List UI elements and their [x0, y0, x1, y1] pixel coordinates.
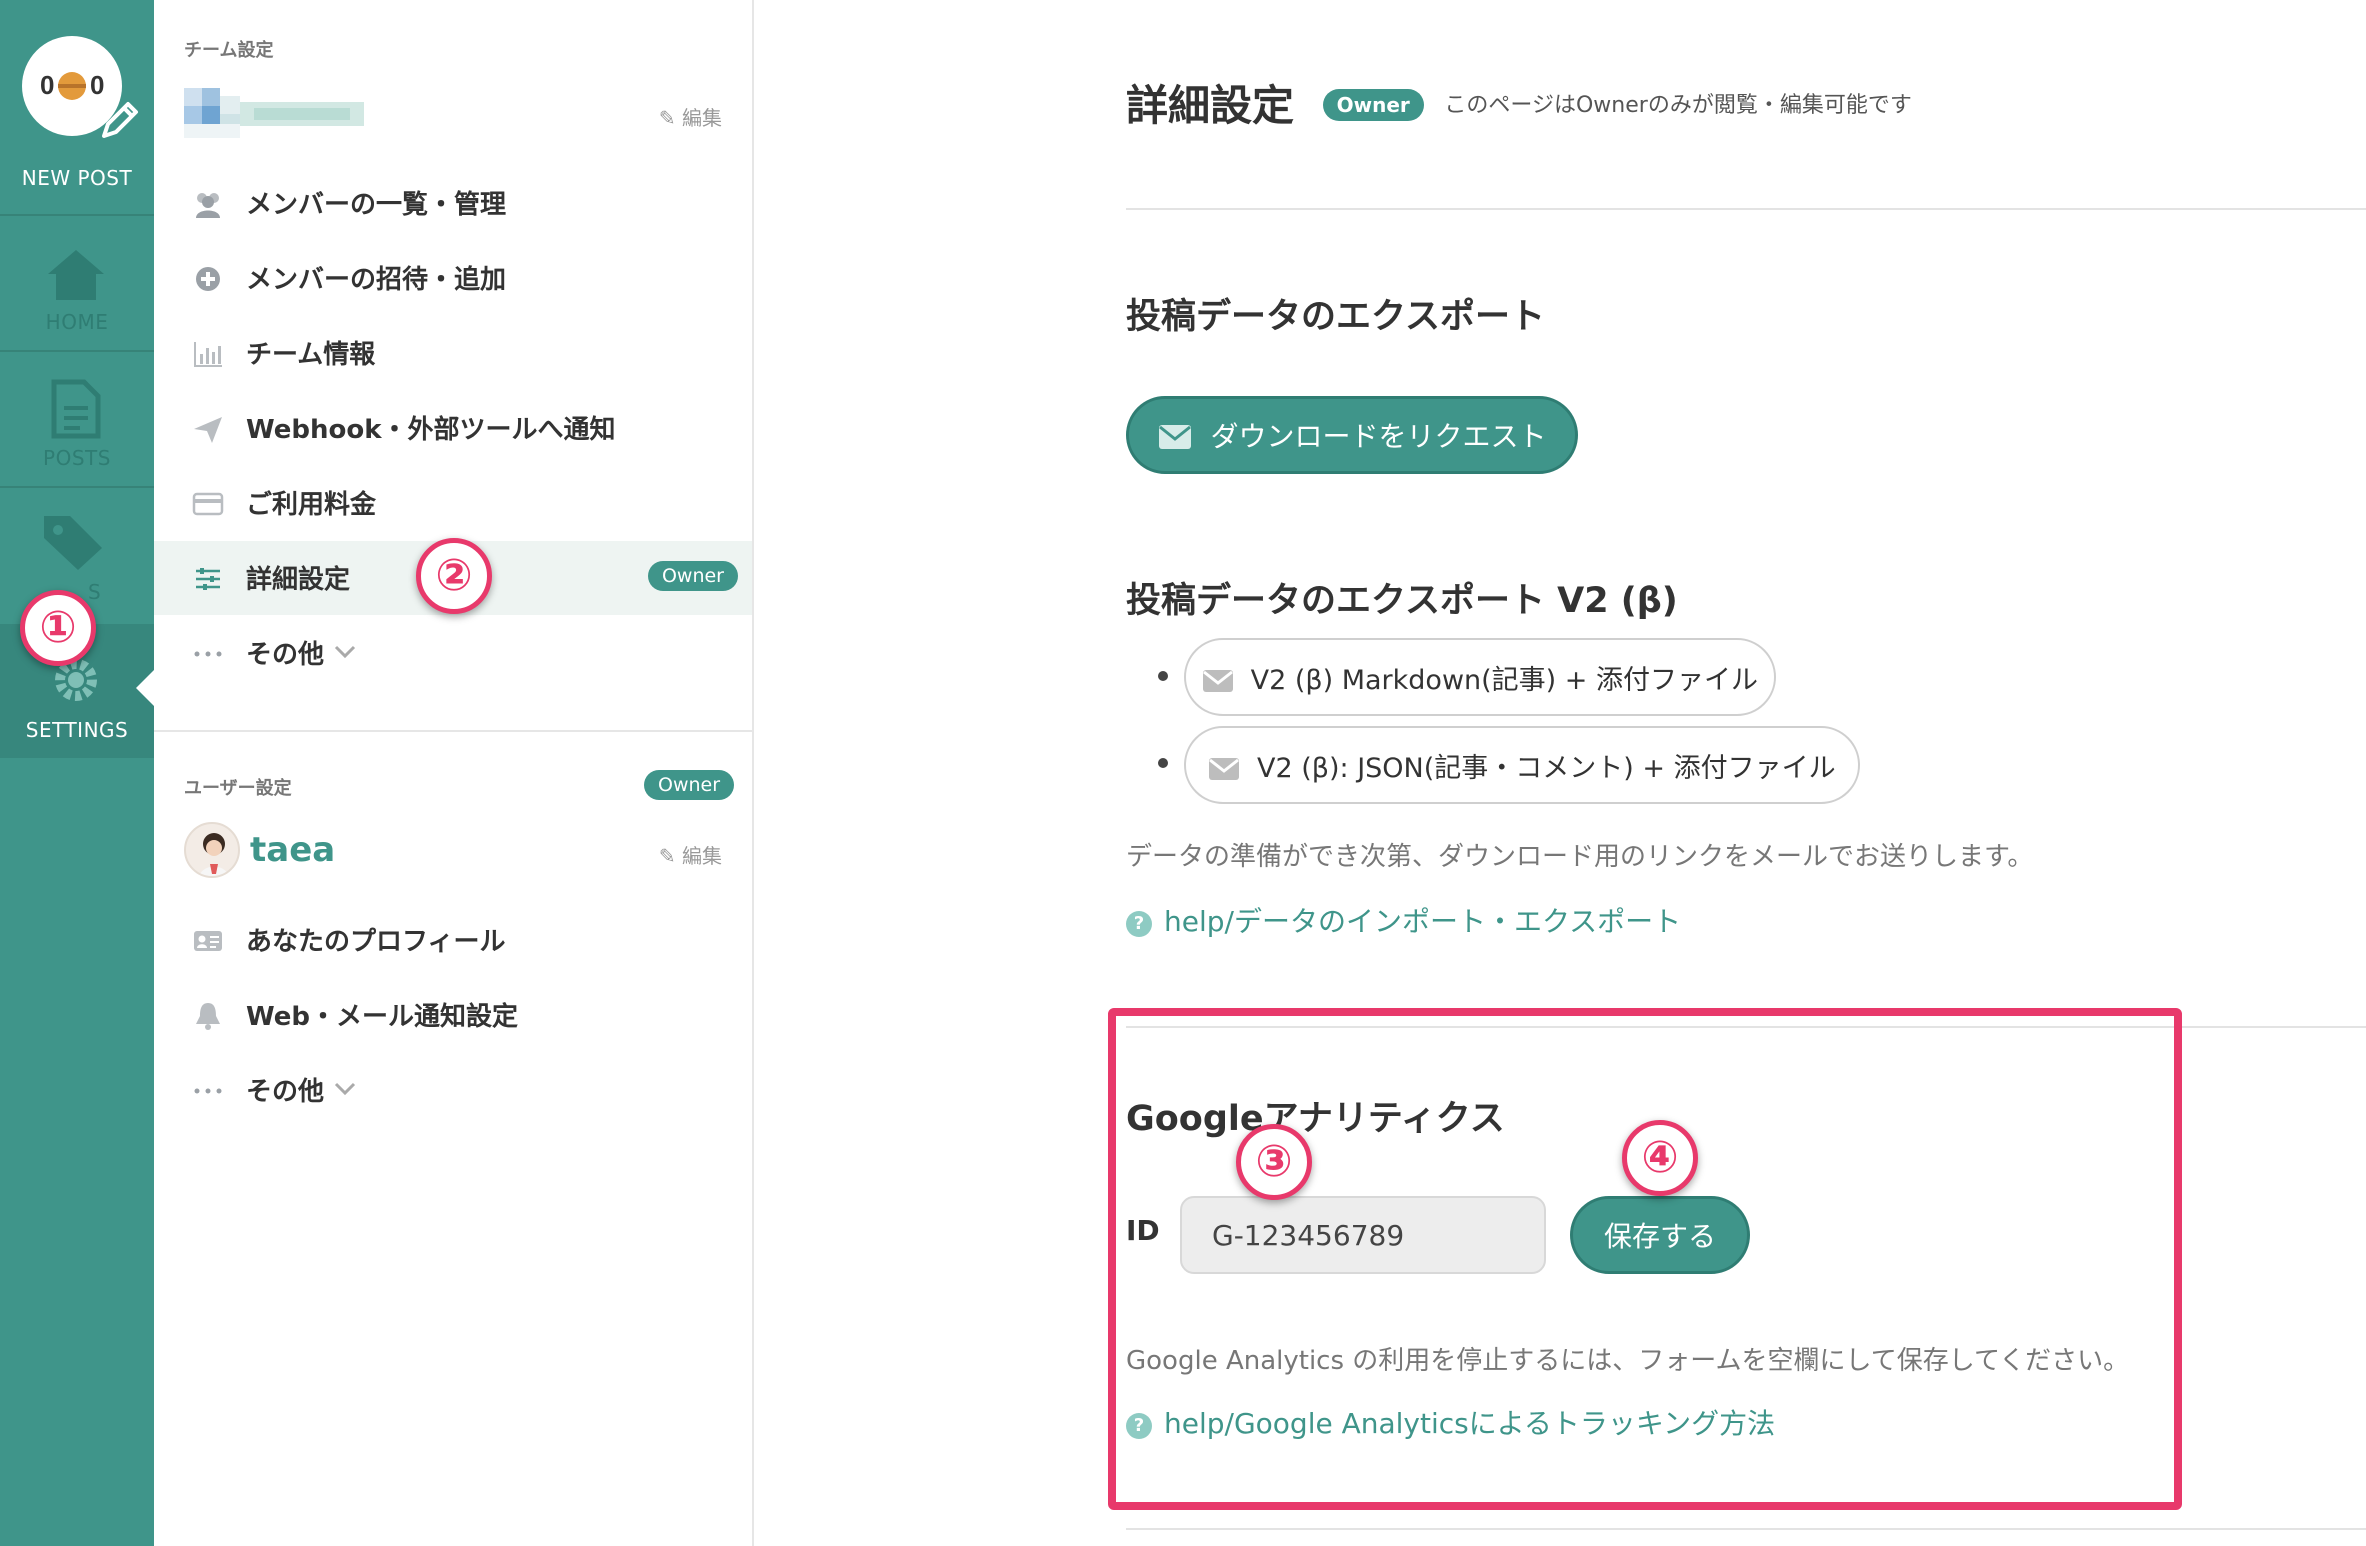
- tags-nav-label[interactable]: S: [88, 580, 101, 604]
- credit-card-icon: [192, 488, 224, 520]
- export-v2-heading: 投稿データのエクスポート V2 (β): [1126, 581, 1678, 621]
- sidebar-item-more-dots[interactable]: その他: [154, 616, 752, 690]
- sidebar-item-label: Web・メール通知設定: [246, 1002, 518, 1032]
- sidebar-item-label: 詳細設定: [246, 565, 351, 595]
- svg-text:0: 0: [90, 70, 104, 100]
- team-edit-label: 編集: [682, 106, 722, 130]
- export-v2-markdown-label: V2 (β) Markdown(記事) + 添付ファイル: [1250, 664, 1758, 696]
- help-icon: ?: [1126, 911, 1152, 937]
- export-note: データの準備ができ次第、ダウンロード用のリンクをメールでお送りします。: [1126, 842, 2034, 872]
- sidebar-item-plus-circle[interactable]: メンバーの招待・追加: [154, 241, 752, 315]
- global-nav-rail: 0 0 NEW POST HOME POSTS S SETTINGS: [0, 0, 154, 1546]
- sidebar-item-label: メンバーの招待・追加: [246, 265, 507, 295]
- user-edit-link[interactable]: ✎ 編集: [659, 840, 722, 869]
- annotation-step-4: ④: [1622, 1120, 1698, 1196]
- home-icon: [48, 250, 104, 300]
- annotation-step-3: ③: [1236, 1124, 1312, 1200]
- svg-text:0: 0: [40, 70, 54, 100]
- sidebar-item-members[interactable]: メンバーの一覧・管理: [154, 166, 752, 240]
- id-card-icon: [192, 925, 224, 957]
- avatar-image: [199, 833, 229, 876]
- team-edit-link[interactable]: ✎ 編集: [659, 102, 722, 131]
- new-post-button[interactable]: NEW POST: [0, 166, 154, 190]
- document-icon: [51, 379, 101, 439]
- owner-note: このページはOwnerのみが閲覧・編集可能です: [1444, 93, 1912, 118]
- home-nav-label[interactable]: HOME: [0, 310, 154, 334]
- mail-icon: [1209, 757, 1240, 780]
- mail-icon: [1158, 425, 1191, 449]
- sidebar-item-label: あなたのプロフィール: [246, 927, 506, 957]
- owner-badge: Owner: [647, 561, 738, 591]
- members-icon: [192, 188, 224, 220]
- pencil-icon: ✎: [658, 844, 676, 868]
- export-v2-markdown-button[interactable]: V2 (β) Markdown(記事) + 添付ファイル: [1184, 638, 1776, 716]
- annotation-step-1: ①: [20, 590, 96, 666]
- user-settings-heading: ユーザー設定: [184, 778, 292, 799]
- sidebar-item-label: Webhook・外部ツールへ通知: [246, 415, 616, 445]
- sidebar-item-label: チーム情報: [246, 340, 376, 370]
- settings-nav-label: SETTINGS: [25, 718, 129, 742]
- user-edit-label: 編集: [682, 844, 722, 868]
- sidebar-item-label: その他: [246, 640, 325, 670]
- active-pointer: [136, 670, 154, 706]
- request-download-button[interactable]: ダウンロードをリクエスト: [1126, 396, 1578, 474]
- annotation-highlight-box: [1108, 1008, 2182, 1510]
- sidebar-item-label: メンバーの一覧・管理: [246, 190, 507, 220]
- chevron-down-icon: [334, 644, 356, 663]
- bell-icon: [192, 1000, 224, 1032]
- team-settings-heading: チーム設定: [184, 40, 274, 61]
- export-help-link[interactable]: ? help/データのインポート・エクスポート: [1126, 900, 1681, 940]
- sliders-icon: [192, 563, 224, 595]
- settings-sidebar: チーム設定 ✎ 編集 メンバーの一覧・管理 メンバーの招待・追加 チーム情報 Webh…: [154, 0, 754, 1546]
- mail-icon: [1203, 669, 1233, 692]
- export-v2-json-label: V2 (β): JSON(記事・コメント) + 添付ファイル: [1256, 752, 1836, 784]
- bar-chart-icon: [192, 338, 224, 370]
- pencil-icon: [102, 102, 138, 138]
- more-dots-icon: [192, 1075, 224, 1107]
- sidebar-item-more-dots[interactable]: その他: [154, 1053, 752, 1127]
- paper-plane-icon: [192, 413, 224, 445]
- pencil-icon: ✎: [658, 106, 676, 130]
- user-owner-badge: Owner: [644, 770, 735, 800]
- sidebar-item-bell[interactable]: Web・メール通知設定: [154, 978, 752, 1052]
- posts-nav-label[interactable]: POSTS: [0, 446, 154, 470]
- owner-badge: Owner: [1322, 89, 1424, 121]
- sidebar-item-label: ご利用料金: [246, 490, 377, 520]
- export-v2-json-button[interactable]: V2 (β): JSON(記事・コメント) + 添付ファイル: [1184, 726, 1860, 804]
- team-name-blurred: [184, 88, 364, 138]
- export-heading: 投稿データのエクスポート: [1126, 297, 1545, 337]
- sidebar-item-paper-plane[interactable]: Webhook・外部ツールへ通知: [154, 391, 752, 465]
- sidebar-item-label: その他: [246, 1077, 325, 1107]
- chevron-down-icon: [334, 1081, 356, 1100]
- sidebar-item-credit-card[interactable]: ご利用料金: [154, 466, 752, 540]
- annotation-step-2: ②: [416, 538, 492, 614]
- request-download-label: ダウンロードをリクエスト: [1210, 420, 1547, 453]
- sidebar-item-id-card[interactable]: あなたのプロフィール: [154, 903, 752, 977]
- more-dots-icon: [192, 638, 224, 670]
- page-title: 詳細設定 Owner このページはOwnerのみが閲覧・編集可能です: [1126, 81, 1912, 130]
- user-name[interactable]: taea: [250, 830, 335, 870]
- export-help-label: help/データのインポート・エクスポート: [1164, 905, 1682, 938]
- tag-icon: [44, 516, 102, 570]
- sidebar-item-bar-chart[interactable]: チーム情報: [154, 316, 752, 390]
- user-avatar[interactable]: [184, 822, 240, 878]
- plus-circle-icon: [192, 263, 224, 295]
